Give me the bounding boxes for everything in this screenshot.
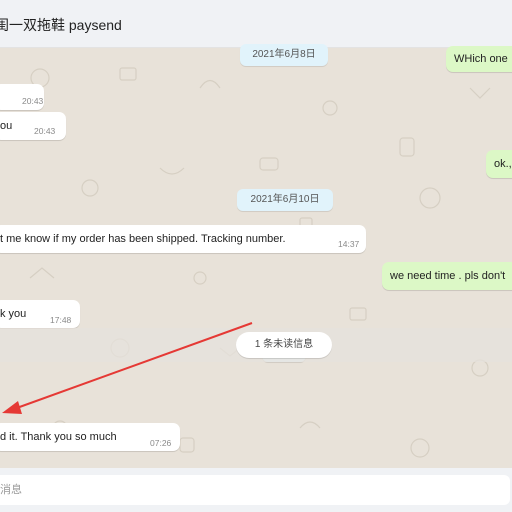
message-text: ou xyxy=(0,120,13,132)
message-text: d it. Thank you so much xyxy=(0,431,117,443)
message-list[interactable] xyxy=(0,48,512,468)
message-bubble-incoming[interactable]: t me know if my order has been shipped. … xyxy=(0,225,366,253)
message-time: 17:48 xyxy=(50,315,72,325)
message-bubble-outgoing[interactable]: ok., xyxy=(486,150,512,178)
message-input[interactable] xyxy=(0,475,510,505)
message-time: 20:43 xyxy=(34,126,56,136)
message-text: we need time . pls don't xyxy=(390,270,506,282)
date-separator: 2021年6月8日 xyxy=(240,44,328,66)
message-bubble-incoming[interactable]: d it. Thank you so much 07:26 xyxy=(0,423,180,451)
message-composer xyxy=(0,468,512,512)
chat-header: 闺一双拖鞋 paysend xyxy=(0,0,512,48)
message-text: t me know if my order has been shipped. … xyxy=(0,233,286,245)
message-text: k you xyxy=(0,308,27,320)
message-text: WHich one xyxy=(454,53,508,65)
unread-count-badge: 1 条未读信息 xyxy=(236,332,332,358)
message-text: ok., xyxy=(494,158,512,170)
message-bubble-incoming[interactable]: 20:43 xyxy=(0,84,44,110)
message-bubble-outgoing[interactable]: we need time . pls don't xyxy=(382,262,512,290)
chat-title[interactable]: 闺一双拖鞋 paysend xyxy=(0,15,122,35)
message-time: 07:26 xyxy=(150,438,172,448)
date-separator: 2021年6月10日 xyxy=(237,189,333,211)
message-time: 20:43 xyxy=(22,96,44,106)
message-bubble-incoming[interactable]: ou 20:43 xyxy=(0,112,66,140)
message-bubble-outgoing[interactable]: WHich one xyxy=(446,46,512,72)
chat-wallpaper xyxy=(29,67,491,458)
message-time: 14:37 xyxy=(338,239,360,249)
message-bubble-incoming[interactable]: k you 17:48 xyxy=(0,300,80,328)
